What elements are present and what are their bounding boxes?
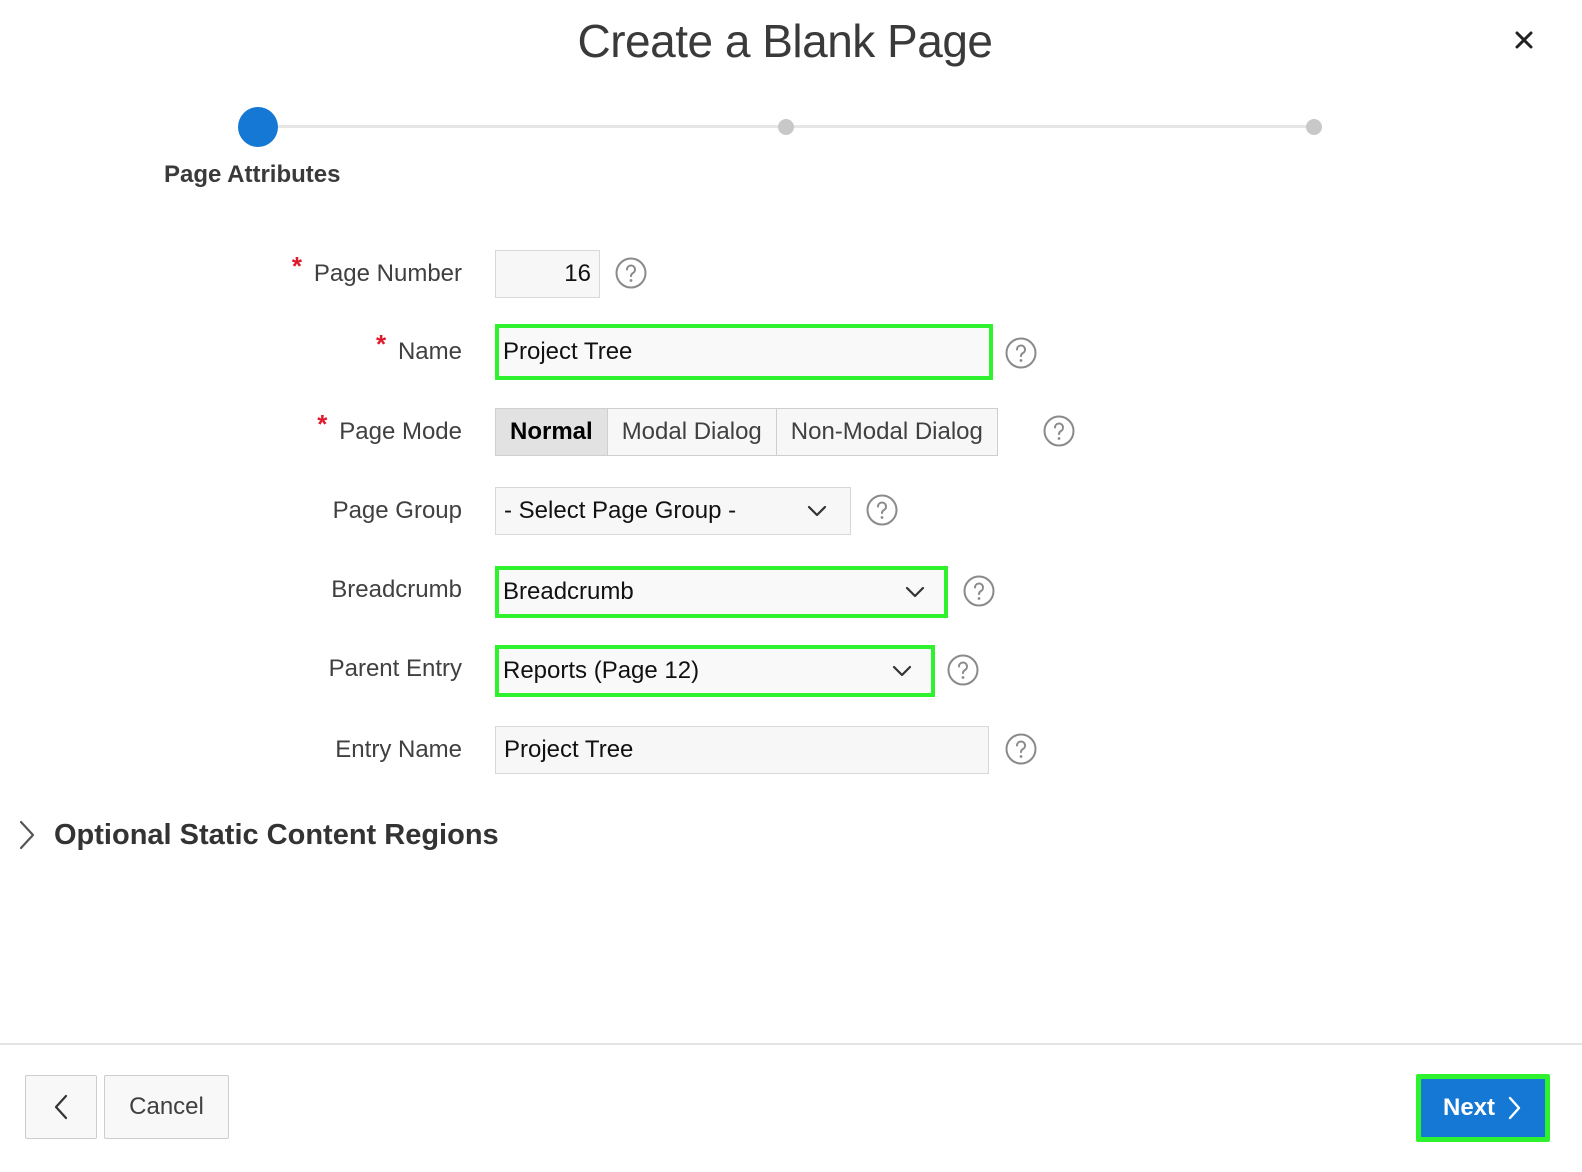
help-icon: [1005, 733, 1037, 765]
back-button[interactable]: [25, 1075, 97, 1139]
optional-static-content-regions-toggle[interactable]: Optional Static Content Regions: [16, 815, 499, 855]
entry-name-row: Entry Name Project Tree: [0, 726, 1582, 778]
page-mode-option-normal[interactable]: Normal: [496, 409, 608, 455]
parent-entry-label: Parent Entry: [328, 655, 462, 682]
breadcrumb-value: Breadcrumb: [503, 578, 634, 605]
wizard-step-label: Page Attributes: [164, 161, 341, 188]
page-number-input[interactable]: 16: [495, 250, 600, 298]
parent-entry-row: Parent Entry Reports (Page 12): [0, 645, 1582, 697]
entry-name-input[interactable]: Project Tree: [495, 726, 989, 774]
next-button-label: Next: [1442, 1094, 1496, 1121]
chevron-down-icon: [807, 505, 827, 517]
breadcrumb-label: Breadcrumb: [331, 576, 462, 603]
chevron-left-icon: [54, 1094, 68, 1120]
next-button[interactable]: Next: [1416, 1074, 1550, 1142]
chevron-down-icon: [892, 665, 912, 677]
help-icon: [947, 654, 979, 686]
close-button[interactable]: [1506, 22, 1542, 58]
name-help-button[interactable]: [1005, 337, 1037, 369]
page-mode-label: * Page Mode: [317, 408, 462, 456]
chevron-down-icon: [905, 586, 925, 598]
help-icon: [866, 494, 898, 526]
page-number-row: * Page Number 16: [0, 250, 1582, 302]
page-group-row: Page Group - Select Page Group -: [0, 487, 1582, 539]
page-mode-option-non-modal-dialog[interactable]: Non-Modal Dialog: [776, 409, 997, 455]
page-number-label: * Page Number: [292, 250, 462, 298]
breadcrumb-help-button[interactable]: [963, 575, 995, 607]
cancel-button[interactable]: Cancel: [104, 1075, 229, 1139]
dialog-title: Create a Blank Page: [577, 15, 994, 67]
page-mode-row: * Page Mode Normal Modal Dialog Non-Moda…: [0, 408, 1582, 460]
required-marker: *: [291, 251, 303, 281]
name-label-text: Name: [397, 338, 462, 365]
optional-section-title: Optional Static Content Regions: [54, 818, 499, 851]
page-group-help-button[interactable]: [866, 494, 898, 526]
page-mode-help-button[interactable]: [1043, 415, 1075, 447]
name-label: * Name: [376, 328, 462, 376]
wizard-step-2: [778, 119, 794, 135]
page-group-label: Page Group: [332, 497, 462, 524]
breadcrumb-row: Breadcrumb Breadcrumb: [0, 566, 1582, 618]
parent-entry-value: Reports (Page 12): [503, 657, 700, 684]
name-row: * Name Project Tree: [0, 324, 1582, 380]
close-icon: [1515, 31, 1533, 49]
chevron-right-icon: [1508, 1096, 1521, 1120]
page-group-value: - Select Page Group -: [504, 497, 737, 524]
page-mode-label-text: Page Mode: [339, 418, 462, 445]
help-icon: [615, 257, 647, 289]
entry-name-label: Entry Name: [335, 736, 462, 763]
page-number-label-text: Page Number: [313, 260, 462, 287]
name-input[interactable]: Project Tree: [495, 324, 993, 380]
page-mode-option-modal-dialog[interactable]: Modal Dialog: [607, 409, 777, 455]
page-mode-segmented-control: Normal Modal Dialog Non-Modal Dialog: [495, 408, 998, 456]
entry-name-help-button[interactable]: [1005, 733, 1037, 765]
wizard-step-3: [1306, 119, 1322, 135]
breadcrumb-select[interactable]: Breadcrumb: [495, 566, 948, 618]
parent-entry-help-button[interactable]: [947, 654, 979, 686]
wizard-step-1-current: [238, 107, 278, 147]
help-icon: [1005, 337, 1037, 369]
page-number-help-button[interactable]: [615, 257, 647, 289]
required-marker: *: [375, 329, 387, 359]
help-icon: [1043, 415, 1075, 447]
footer-divider: [0, 1043, 1582, 1045]
chevron-right-icon: [19, 820, 35, 850]
page-group-select[interactable]: - Select Page Group -: [495, 487, 851, 535]
parent-entry-select[interactable]: Reports (Page 12): [495, 645, 935, 697]
required-marker: *: [317, 409, 328, 439]
help-icon: [963, 575, 995, 607]
